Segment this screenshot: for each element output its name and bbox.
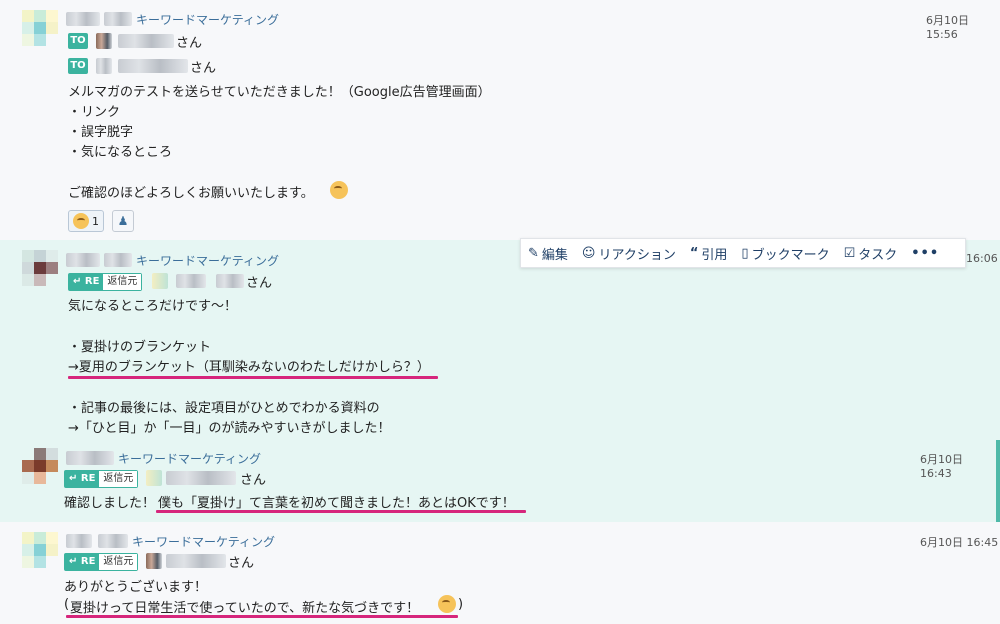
- message-line: ご確認のほどよろしくお願いいたします。: [68, 186, 314, 201]
- recipient-name-blurred: [216, 274, 244, 288]
- reply-source-label: 返信元: [103, 274, 142, 290]
- message-action-toolbar: ✎ 編集 ☺ リアクション “ 引用 ▯ ブックマーク ☑ タスク •••: [520, 238, 966, 268]
- wink-emoji-icon: [438, 595, 456, 613]
- avatar[interactable]: [22, 448, 58, 484]
- recipient-suffix: さん: [240, 473, 267, 488]
- reply-source-label: 返信元: [99, 471, 138, 487]
- quote-icon: “: [689, 245, 699, 261]
- message-item[interactable]: キーワードマーケティング 6月10日 16:45 ↵ RE 返信元 さん ありが…: [0, 522, 1000, 624]
- paren-open: (: [64, 597, 70, 612]
- reply-arrow-icon: ↵ RE: [69, 274, 104, 290]
- timestamp[interactable]: 6月10日 16:43: [920, 451, 996, 480]
- reply-badge[interactable]: ↵ RE 返信元: [64, 553, 139, 571]
- sender-name-blurred: [66, 451, 114, 465]
- recipient-name-blurred: [118, 59, 188, 73]
- sender-name-blurred: [66, 534, 92, 548]
- avatar[interactable]: [22, 10, 58, 46]
- recipient-name-blurred: [118, 34, 174, 48]
- room-name[interactable]: キーワードマーケティング: [136, 252, 279, 269]
- recipient-name-blurred: [166, 554, 226, 568]
- bow-emoji-icon: [330, 181, 348, 199]
- reply-badge[interactable]: ↵ RE 返信元: [64, 470, 139, 488]
- more-options-icon[interactable]: •••: [904, 246, 946, 261]
- pencil-icon: ✎: [528, 245, 539, 261]
- reply-badge[interactable]: ↵ RE 返信元: [68, 273, 143, 291]
- reply-arrow-icon: ↵ RE: [65, 471, 100, 487]
- room-name[interactable]: キーワードマーケティング: [132, 533, 275, 550]
- room-name[interactable]: キーワードマーケティング: [136, 11, 279, 28]
- reaction-count: 1: [92, 214, 99, 228]
- grin-sweat-emoji-icon: [73, 213, 89, 229]
- highlight-underline: [68, 376, 438, 379]
- room-name[interactable]: キーワードマーケティング: [118, 450, 261, 467]
- message-line: ・夏掛けのブランケット: [68, 340, 212, 355]
- user-list-icon[interactable]: ♟: [112, 210, 134, 232]
- timestamp[interactable]: 16:06: [966, 252, 998, 265]
- timestamp[interactable]: 6月10日 15:56: [926, 12, 1000, 41]
- message-line: 気になるところだけです～！: [68, 299, 238, 314]
- timestamp[interactable]: 6月10日 16:45: [920, 534, 998, 550]
- message-line: ・リンク: [68, 105, 121, 120]
- reaction-button[interactable]: ☺ リアクション: [575, 244, 683, 263]
- recipient-avatar-blurred: [96, 58, 112, 74]
- message-line: 確認しました！: [64, 496, 156, 511]
- message-line: →夏用のブランケット（耳馴染みないのわたしだけかしら？）: [68, 360, 430, 375]
- avatar[interactable]: [22, 250, 58, 286]
- message-line-highlighted: 夏掛けって日常生活で使っていたので、新たな気づきです！: [70, 601, 420, 616]
- sender-name-blurred: [98, 534, 128, 548]
- bookmark-button[interactable]: ▯ ブックマーク: [734, 244, 836, 263]
- edit-button[interactable]: ✎ 編集: [521, 244, 575, 263]
- reaction-chip[interactable]: 1: [68, 210, 104, 232]
- sender-name-blurred: [104, 253, 132, 267]
- message-line: メルマガのテストを送らせていただきました！（Google広告管理画面）: [68, 85, 491, 100]
- message-item[interactable]: キーワードマーケティング 6月10日 15:56 TO さん TO さん メルマ…: [0, 0, 1000, 240]
- recipient-name-blurred: [176, 274, 206, 288]
- recipient-name-blurred: [166, 471, 236, 485]
- reply-source-label: 返信元: [99, 554, 138, 570]
- message-item[interactable]: キーワードマーケティング 16:06 ↵ RE 返信元 さん 気になるところだけ…: [0, 240, 1000, 440]
- sender-name-blurred: [104, 12, 132, 26]
- recipient-avatar-blurred: [96, 33, 112, 49]
- avatar[interactable]: [22, 532, 58, 568]
- bookmark-icon: ▯: [741, 245, 749, 261]
- highlight-underline: [66, 615, 458, 618]
- message-line: ・気になるところ: [68, 145, 173, 160]
- recipient-avatar-blurred: [146, 553, 162, 569]
- recipient-suffix: さん: [246, 276, 273, 291]
- recipient-suffix: さん: [228, 556, 255, 571]
- to-badge: TO: [68, 58, 88, 74]
- message-line: ・記事の最後には、設定項目がひとめでわかる資料の: [68, 401, 380, 416]
- to-badge: TO: [68, 33, 88, 49]
- task-button[interactable]: ☑ タスク: [837, 244, 905, 263]
- checkbox-icon: ☑: [843, 245, 856, 261]
- sender-name-blurred: [66, 253, 100, 267]
- recipient-suffix: さん: [190, 61, 217, 76]
- highlight-underline: [156, 510, 526, 513]
- sender-name-blurred: [66, 12, 100, 26]
- paren-close: ): [458, 597, 464, 612]
- reply-arrow-icon: ↵ RE: [65, 554, 100, 570]
- recipient-avatar-blurred: [146, 470, 162, 486]
- message-line: ありがとうございます！: [64, 580, 208, 595]
- recipient-suffix: さん: [176, 36, 203, 51]
- quote-button[interactable]: “ 引用: [683, 244, 735, 263]
- smiley-icon: ☺: [581, 245, 596, 261]
- message-item[interactable]: キーワードマーケティング 6月10日 16:43 ↵ RE 返信元 さん 確認し…: [0, 440, 1000, 522]
- message-line: →「ひと目」か「一目」のが読みやすいきがしました！: [68, 421, 391, 436]
- message-line: ・誤字脱字: [68, 125, 134, 140]
- recipient-avatar-blurred: [152, 273, 168, 289]
- message-line-highlighted: 僕も「夏掛け」て言葉を初めて聞きました！あとはOKです！: [158, 496, 515, 511]
